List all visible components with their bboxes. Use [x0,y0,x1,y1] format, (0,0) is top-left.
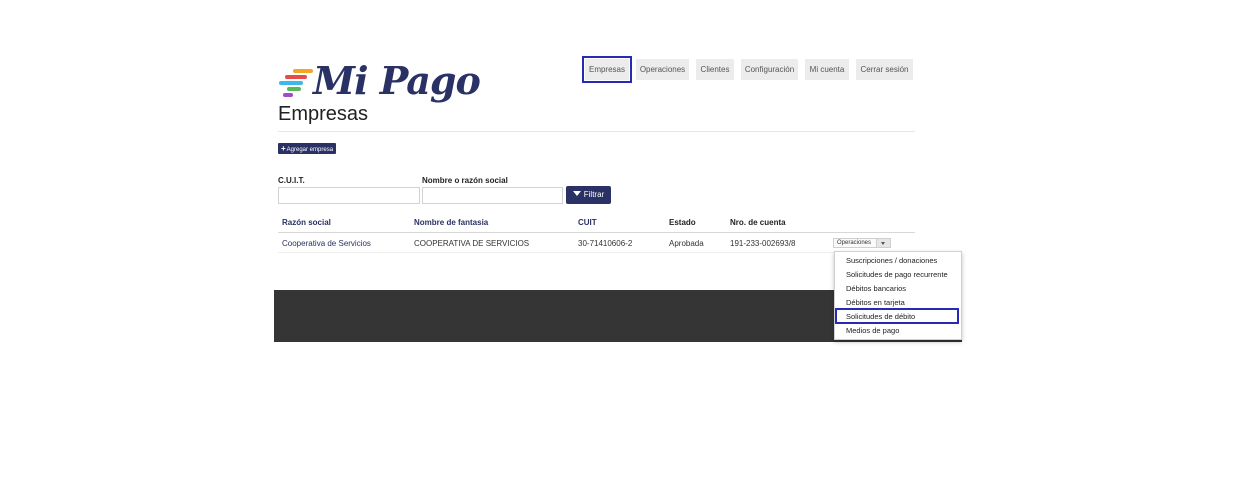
caret-down-icon[interactable] [876,239,890,247]
name-label: Nombre o razón social [422,176,508,185]
table-header-divider [278,232,915,233]
menu-item-debitos-bancarios[interactable]: Débitos bancarios [846,284,906,293]
nav-configuracion[interactable]: Configuración [741,59,798,80]
menu-item-solicitudes-pago-recurrente[interactable]: Solicitudes de pago recurrente [846,270,948,279]
operations-button-label: Operaciones [837,240,872,246]
row-divider [278,252,915,253]
cell-razon-social[interactable]: Cooperativa de Servicios [282,239,371,248]
th-estado: Estado [669,218,696,227]
funnel-icon [572,191,581,196]
logo-text: Mi Pago [313,58,481,103]
add-company-button[interactable]: +Agregar empresa [278,143,337,154]
cell-nro-cuenta: 191-233-002693/8 [730,239,796,248]
page-title: Empresas [278,103,369,125]
menu-item-medios-pago[interactable]: Medios de pago [846,326,899,335]
nav-clientes[interactable]: Clientes [696,59,734,80]
menu-item-suscripciones[interactable]: Suscripciones / donaciones [846,256,937,265]
cuit-label: C.U.I.T. [278,176,305,185]
operations-dropdown-button[interactable]: Operaciones [833,238,891,248]
page: Mi Pago Empresas Operaciones Clientes Co… [0,0,1241,485]
menu-item-debitos-tarjeta[interactable]: Débitos en tarjeta [846,298,905,307]
add-company-label: Agregar empresa [286,147,334,153]
filter-button-label: Filtrar [583,190,605,199]
th-nombre-fantasia[interactable]: Nombre de fantasia [414,218,488,227]
cell-nombre-fantasia: COOPERATIVA DE SERVICIOS [414,239,530,248]
filter-button[interactable]: Filtrar [566,186,611,204]
mipago-logo[interactable]: Mi Pago [279,58,481,108]
menu-item-solicitudes-debito[interactable]: Solicitudes de débito [846,312,915,321]
nav-operaciones[interactable]: Operaciones [636,59,689,80]
nav-mi-cuenta[interactable]: Mi cuenta [805,59,849,80]
cuit-input[interactable] [278,187,420,204]
name-input[interactable] [422,187,563,204]
th-nro-cuenta: Nro. de cuenta [730,218,786,227]
th-cuit[interactable]: CUIT [578,218,597,227]
operations-dropdown-menu: Suscripciones / donaciones Solicitudes d… [834,251,962,340]
cell-cuit: 30-71410606-2 [578,239,633,248]
cell-estado: Aprobada [669,239,704,248]
plus-icon: + [281,144,286,153]
th-razon-social[interactable]: Razón social [282,218,331,227]
nav-empresas[interactable]: Empresas [582,56,632,83]
nav-cerrar-sesion[interactable]: Cerrar sesión [856,59,913,80]
title-divider [278,131,915,132]
